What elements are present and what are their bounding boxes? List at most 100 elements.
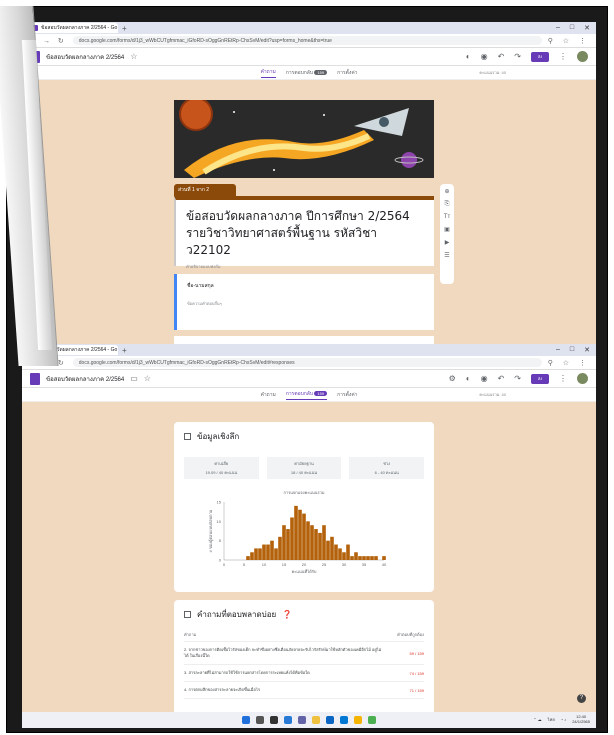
form-description[interactable]: คำอธิบายแบบฟอร์ม	[186, 263, 424, 270]
edge-icon[interactable]	[326, 716, 334, 724]
palette-icon[interactable]: ◐	[466, 374, 471, 383]
more-icon[interactable]: ⋮	[559, 52, 567, 61]
new-tab-icon[interactable]: +	[122, 346, 127, 355]
histogram-bar	[354, 552, 358, 560]
windows-taskbar: ⌃ ☁ ไทย ◔ ♪ 12:40 24/1/2565	[22, 712, 596, 728]
file-explorer-icon[interactable]	[312, 716, 320, 724]
browser-tab[interactable]: ข้อสอบวัดผลกลางภาค 2/2564 - Go ✕	[28, 23, 118, 33]
taskview-icon[interactable]	[270, 716, 278, 724]
tab-settings[interactable]: การตั้งค่า	[337, 391, 357, 399]
y-tick-label: 10	[217, 519, 222, 524]
form-name[interactable]: ข้อสอบวัดผลกลางภาค 2/2564	[46, 52, 124, 62]
form-title-card[interactable]: ข้อสอบวัดผลกลางภาค ปีการศึกษา 2/2564 ราย…	[174, 196, 434, 269]
row-question: 2. จากข่าวของการติดเชื้อไวรัสของเด็ก จะท…	[184, 647, 382, 658]
close-window-icon[interactable]: ✕	[584, 24, 590, 32]
form-tools: ◐ ◉ ↶ ↷ ส่ง ⋮	[466, 51, 588, 62]
wifi-icon[interactable]: ◔ ♪	[561, 717, 567, 722]
header-image	[174, 100, 434, 178]
tab-questions[interactable]: คำถาม	[261, 391, 276, 399]
table-row[interactable]: 3. สารละลายที่ไม่สามารถใช้ใช้การแยกสารโด…	[184, 665, 424, 682]
star-icon[interactable]: ☆	[130, 52, 137, 61]
maximize-icon[interactable]: □	[570, 24, 574, 32]
table-row[interactable]: 2. จากข่าวของการติดเชื้อไวรัสของเด็ก จะท…	[184, 642, 424, 665]
extensions-icons[interactable]: ⚲ ☆ ⋮	[548, 37, 590, 45]
tab-responses-label: การตอบกลับ	[285, 390, 314, 397]
y-tick-label: 0	[219, 558, 222, 563]
close-window-icon[interactable]: ✕	[584, 346, 590, 354]
histogram-bar	[338, 548, 342, 560]
send-button[interactable]: ส่ง	[531, 373, 549, 384]
palette-icon[interactable]: ◐	[466, 52, 471, 61]
window-controls: – □ ✕	[556, 346, 596, 354]
redo-icon[interactable]: ↷	[514, 52, 521, 61]
add-video-icon[interactable]: ▶	[445, 239, 450, 246]
responses-count-badge: 159	[314, 69, 328, 75]
maximize-icon[interactable]: □	[570, 346, 574, 354]
histogram-bar	[290, 517, 294, 560]
app-icon[interactable]	[368, 716, 376, 724]
forms-logo-icon[interactable]	[30, 372, 40, 385]
url-field[interactable]: docs.google.com/forms/d/1j3_wWbCUTgfmmac…	[72, 36, 542, 45]
form-tools: ⚙ ◐ ◉ ↶ ↷ ส่ง ⋮	[449, 373, 588, 384]
histogram-bar	[294, 505, 298, 560]
stat-value: 6 - 40 คะแนน	[374, 470, 399, 475]
row-question: 3. สารละลายที่ไม่สามารถใช้ใช้การแยกสารโด…	[184, 670, 310, 675]
send-button[interactable]: ส่ง	[531, 51, 549, 62]
browser-window-responses: ข้อสอบวัดผลกลางภาค 2/2564 - Go ✕ + – □ ✕…	[22, 344, 596, 728]
question-card[interactable]: ชื่อ-นามสกุล ข้อความคำตอบสั้นๆ	[174, 274, 434, 330]
help-circle-icon[interactable]: ❓	[282, 610, 292, 619]
add-title-icon[interactable]: Tт	[444, 214, 450, 220]
avatar[interactable]	[577, 51, 588, 62]
addon-icon[interactable]: ⚙	[449, 374, 456, 383]
store-icon[interactable]	[340, 716, 348, 724]
add-question-icon[interactable]: ⊕	[444, 188, 449, 195]
histogram-bar	[286, 529, 290, 560]
tab-questions[interactable]: คำถาม	[260, 68, 276, 78]
histogram-bar	[262, 544, 266, 560]
extensions-icons[interactable]: ⚲ ☆ ⋮	[548, 359, 590, 367]
form-title-line2[interactable]: รายวิชาวิทยาศาสตร์พื้นฐาน รหัสวิชา ว2210…	[186, 225, 424, 259]
folder-icon[interactable]: ▭	[130, 374, 138, 383]
language-indicator[interactable]: ไทย	[548, 716, 555, 723]
star-icon[interactable]: ☆	[144, 374, 151, 383]
frequently-missed-header: คำถามที่ตอบพลาดบ่อย ❓	[184, 608, 424, 621]
stats-row: ค่าเฉลี่ย 19.09 / 40 คะแนน ค่ามัธยฐาน 18…	[184, 457, 425, 479]
help-icon[interactable]: ?	[577, 694, 586, 703]
import-questions-icon[interactable]: ⎘	[445, 201, 450, 208]
missed-table-header: คำถาม คำตอบที่ถูกต้อง	[184, 631, 424, 642]
redo-icon[interactable]: ↷	[514, 374, 521, 383]
tab-responses[interactable]: การตอบกลับ 159	[286, 69, 328, 77]
widgets-icon[interactable]	[284, 716, 292, 724]
histogram-bar	[358, 556, 362, 560]
y-axis-label: # ของผู้ตอบแบบสอบถาม	[208, 509, 214, 552]
histogram-bar	[314, 529, 318, 560]
teams-icon[interactable]	[298, 716, 306, 724]
clock-date: 24/1/2565	[572, 719, 590, 724]
chrome-icon[interactable]	[354, 716, 362, 724]
tab-responses[interactable]: การตอบกลับ 159	[285, 390, 328, 400]
network-icon[interactable]: ⌃ ☁	[533, 717, 541, 722]
url-field[interactable]: docs.google.com/forms/d/1j3_wWbCUTgfmmac…	[72, 358, 542, 367]
frequently-missed-title: คำถามที่ตอบพลาดบ่อย	[197, 610, 277, 619]
missed-icon	[184, 611, 191, 618]
minimize-icon[interactable]: –	[556, 24, 560, 32]
add-image-icon[interactable]: ▣	[444, 226, 450, 233]
form-name[interactable]: ข้อสอบวัดผลกลางภาค 2/2564	[46, 374, 124, 384]
search-icon[interactable]	[256, 716, 264, 724]
avatar[interactable]	[577, 373, 588, 384]
stat-value: 19.09 / 40 คะแนน	[205, 470, 238, 475]
add-section-icon[interactable]: ☰	[444, 252, 449, 259]
table-row[interactable]: 4. การตกผลึกของสารละลายจะเกิดขึ้นเมื่อไร…	[184, 682, 424, 699]
undo-icon[interactable]: ↶	[498, 52, 505, 61]
preview-icon[interactable]: ◉	[481, 52, 488, 61]
undo-icon[interactable]: ↶	[498, 374, 505, 383]
row-correct: 74 / 159	[409, 670, 424, 676]
preview-icon[interactable]: ◉	[481, 374, 488, 383]
form-title-line1[interactable]: ข้อสอบวัดผลกลางภาค ปีการศึกษา 2/2564	[186, 208, 424, 225]
more-icon[interactable]: ⋮	[559, 374, 567, 383]
clock[interactable]: 12:40 24/1/2565	[572, 714, 590, 724]
tab-settings[interactable]: การตั้งค่า	[337, 69, 357, 77]
new-tab-icon[interactable]: +	[122, 24, 127, 33]
windows-start-icon[interactable]	[242, 716, 250, 724]
minimize-icon[interactable]: –	[556, 346, 560, 354]
